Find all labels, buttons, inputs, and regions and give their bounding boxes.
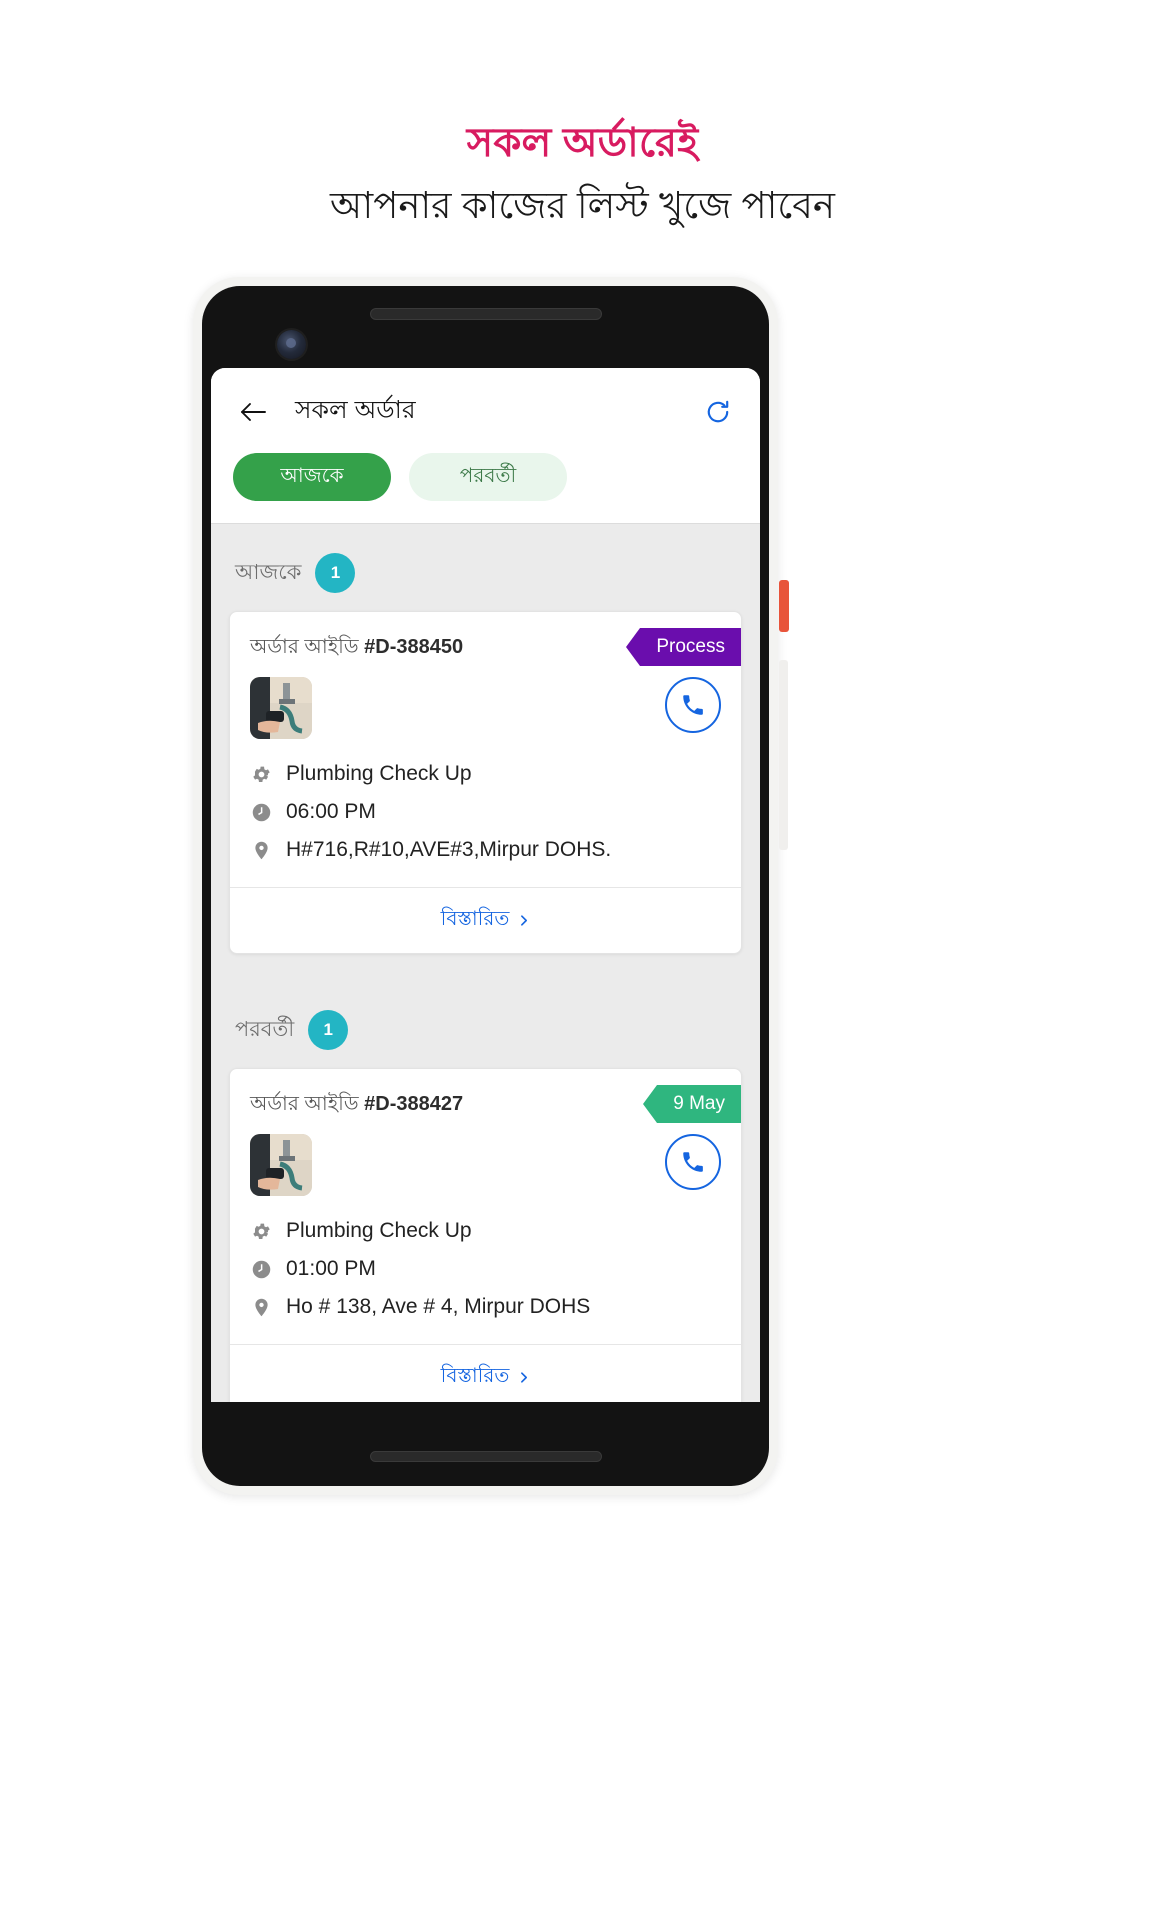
page-title: সকল অর্ডার (295, 396, 416, 424)
service-row: Plumbing Check Up (250, 1212, 721, 1250)
order-card-header: অর্ডার আইডি #D-388450 Process (230, 612, 741, 671)
time-row: 01:00 PM (250, 1250, 721, 1288)
front-camera-icon (277, 330, 306, 359)
headline-primary: সকল অর্ডারেই (466, 121, 699, 165)
order-id-label: অর্ডার আইডি #D-388427 (250, 1093, 464, 1115)
order-time: 06:00 PM (286, 800, 376, 823)
earpiece-speaker (369, 308, 602, 320)
date-badge: 9 May (643, 1085, 741, 1123)
address-row: H#716,R#10,AVE#3,Mirpur DOHS. (250, 831, 721, 869)
order-id-value: #D-388427 (364, 1093, 464, 1115)
order-card-media (230, 671, 741, 741)
bottom-speaker (369, 1451, 602, 1462)
order-card-header: অর্ডার আইডি #D-388427 9 May (230, 1069, 741, 1128)
location-pin-icon (250, 1296, 272, 1318)
order-info: Plumbing Check Up 06:00 PM H#716,R#10,AV… (230, 741, 741, 887)
order-id-value: #D-388450 (364, 636, 464, 658)
order-card[interactable]: অর্ডার আইডি #D-388427 9 May Plumbing Che… (229, 1068, 742, 1402)
order-tabs: আজকে পরবর্তী (211, 433, 760, 523)
location-pin-icon (250, 839, 272, 861)
section-header-today: আজকে 1 (229, 523, 742, 611)
service-thumbnail (250, 677, 312, 739)
phone-body: সকল অর্ডার আজকে পরবর্তী আজকে 1 অর্ডার আই… (202, 286, 769, 1486)
section-label: আজকে (235, 560, 302, 584)
service-name: Plumbing Check Up (286, 1219, 472, 1242)
service-thumbnail (250, 1134, 312, 1196)
tab-upcoming[interactable]: পরবর্তী (409, 453, 567, 501)
phone-icon (683, 695, 703, 715)
details-label: বিস্তারিত (440, 1365, 510, 1387)
section-count-badge: 1 (308, 1010, 349, 1050)
headline-secondary: আপনার কাজের লিস্ট খুজে পাবেন (330, 185, 835, 226)
time-row: 06:00 PM (250, 793, 721, 831)
status-badge: Process (626, 628, 741, 666)
service-row: Plumbing Check Up (250, 755, 721, 793)
clock-icon (250, 801, 272, 823)
order-address: H#716,R#10,AVE#3,Mirpur DOHS. (286, 838, 612, 861)
promo-headline: সকল অর্ডারেই আপনার কাজের লিস্ট খুজে পাবে… (0, 118, 1165, 230)
order-card[interactable]: অর্ডার আইডি #D-388450 Process Plumbing C… (229, 611, 742, 954)
order-card-footer[interactable]: বিস্তারিত (230, 887, 741, 953)
section-label: পরবর্তী (235, 1017, 295, 1041)
details-link[interactable]: বিস্তারিত (441, 1361, 531, 1394)
section-count-badge: 1 (315, 553, 356, 593)
tab-today[interactable]: আজকে (233, 453, 391, 501)
order-address: Ho # 138, Ave # 4, Mirpur DOHS (286, 1295, 591, 1318)
refresh-icon[interactable] (698, 392, 738, 432)
back-arrow-icon[interactable] (233, 392, 273, 432)
section-header-upcoming: পরবর্তী 1 (229, 980, 742, 1068)
orders-list[interactable]: আজকে 1 অর্ডার আইডি #D-388450 Process Plu… (211, 523, 760, 1402)
clock-icon (250, 1258, 272, 1280)
call-button[interactable] (665, 1134, 721, 1190)
order-card-footer[interactable]: বিস্তারিত (230, 1344, 741, 1402)
call-button[interactable] (665, 677, 721, 733)
phone-screen: সকল অর্ডার আজকে পরবর্তী আজকে 1 অর্ডার আই… (211, 368, 760, 1402)
gear-icon (250, 1220, 272, 1242)
details-link[interactable]: বিস্তারিত (441, 904, 531, 937)
chevron-right-icon (521, 1372, 528, 1383)
details-label: বিস্তারিত (440, 908, 510, 930)
order-card-media (230, 1128, 741, 1198)
power-button[interactable] (779, 580, 789, 632)
service-name: Plumbing Check Up (286, 762, 472, 785)
order-id-label: অর্ডার আইডি #D-388450 (250, 636, 464, 658)
phone-frame: সকল অর্ডার আজকে পরবর্তী আজকে 1 অর্ডার আই… (193, 277, 778, 1495)
volume-button[interactable] (779, 660, 788, 850)
address-row: Ho # 138, Ave # 4, Mirpur DOHS (250, 1288, 721, 1326)
phone-icon (683, 1152, 703, 1172)
app-bar: সকল অর্ডার (211, 368, 760, 433)
chevron-right-icon (521, 915, 528, 926)
promo-screenshot: সকল অর্ডারেই আপনার কাজের লিস্ট খুজে পাবে… (0, 0, 1165, 1920)
order-time: 01:00 PM (286, 1257, 376, 1280)
order-info: Plumbing Check Up 01:00 PM Ho # 138, Ave… (230, 1198, 741, 1344)
gear-icon (250, 763, 272, 785)
